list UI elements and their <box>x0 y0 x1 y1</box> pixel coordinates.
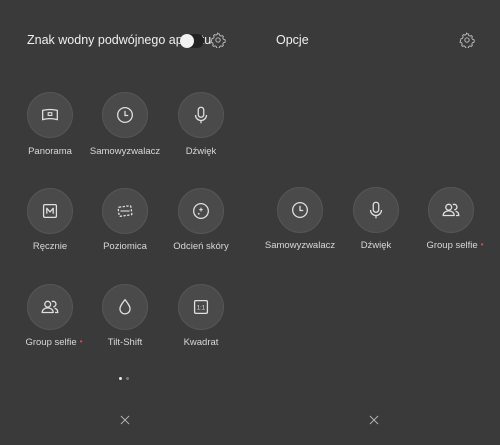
square-icon-text: 1:1 <box>197 305 206 311</box>
tilt-shift-button[interactable] <box>102 284 148 330</box>
panorama-icon <box>39 104 61 126</box>
toggle-knob <box>180 34 194 48</box>
square-1-1-icon: 1:1 <box>193 299 209 315</box>
tilt-shift-icon <box>114 296 136 318</box>
options-title: Opcje <box>276 33 309 47</box>
microphone-icon <box>190 104 212 126</box>
sound-label: Dźwięk <box>185 146 217 157</box>
manual-button[interactable] <box>27 188 73 234</box>
group-icon <box>440 199 462 221</box>
page-indicator-active <box>119 377 122 380</box>
group-selfie-label: Group selfie • <box>405 240 500 251</box>
self-timer-button[interactable] <box>277 187 323 233</box>
skin-tone-icon <box>190 200 212 222</box>
level-button[interactable] <box>102 188 148 234</box>
close-icon[interactable] <box>118 413 132 427</box>
group-selfie-text: Group selfie <box>25 337 77 348</box>
gear-icon[interactable] <box>459 32 475 48</box>
skin-tone-label: Odcień skóry <box>173 241 229 252</box>
skin-tone-button[interactable] <box>178 188 224 234</box>
manual-m-icon <box>39 200 61 222</box>
timer-icon <box>114 104 136 126</box>
sound-button[interactable] <box>178 92 224 138</box>
group-selfie-button[interactable] <box>428 187 474 233</box>
timer-icon <box>289 199 311 221</box>
microphone-icon <box>365 199 387 221</box>
group-selfie-button[interactable] <box>27 284 73 330</box>
close-icon[interactable] <box>367 413 381 427</box>
page-indicator-inactive <box>126 377 129 380</box>
gear-icon[interactable] <box>210 32 226 48</box>
left-panel: Znak wodny podwójnego aparatu Panorama S… <box>0 0 250 445</box>
sound-button[interactable] <box>353 187 399 233</box>
square-button[interactable]: 1:1 <box>178 284 224 330</box>
group-icon <box>39 296 61 318</box>
square-label: Kwadrat <box>183 337 219 348</box>
right-panel: Opcje Samowyzwalacz Dźwięk Group selfie • <box>250 0 500 445</box>
panorama-button[interactable] <box>27 92 73 138</box>
new-badge-dot: • <box>480 240 484 249</box>
level-icon <box>114 200 136 222</box>
watermark-toggle[interactable] <box>180 34 204 48</box>
self-timer-button[interactable] <box>102 92 148 138</box>
group-selfie-text: Group selfie <box>426 240 478 251</box>
